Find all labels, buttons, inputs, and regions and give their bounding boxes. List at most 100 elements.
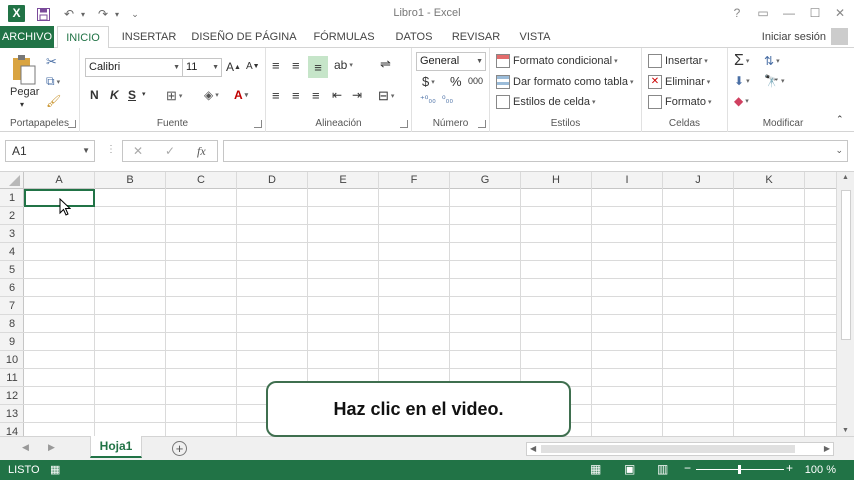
row-header[interactable]: 14	[0, 423, 24, 436]
paste-icon[interactable]	[10, 54, 38, 86]
column-header-g[interactable]: G	[450, 172, 521, 189]
thousands-button[interactable]: 000	[468, 76, 483, 86]
name-box[interactable]: A1 ▼	[5, 140, 95, 162]
row-header[interactable]: 5	[0, 261, 24, 279]
row-header[interactable]: 11	[0, 369, 24, 387]
tab-vista[interactable]: VISTA	[514, 26, 556, 48]
normal-view-icon[interactable]: ▦	[590, 462, 601, 476]
column-header-a[interactable]: A	[24, 172, 95, 189]
increase-font-icon[interactable]: A ▲	[226, 60, 241, 74]
font-color-icon[interactable]: A ▾	[234, 88, 248, 102]
wrap-text-icon[interactable]: ⇌	[380, 56, 391, 72]
number-format-dropdown-icon[interactable]: ▼	[476, 53, 483, 70]
percent-button[interactable]: %	[450, 74, 462, 89]
paste-button[interactable]: Pegar	[10, 86, 39, 98]
horizontal-scrollbar[interactable]: ◀ ▶	[526, 442, 834, 456]
merge-center-icon[interactable]: ⊟ ▾	[378, 88, 394, 104]
format-cells-button[interactable]: Formato ▾	[648, 95, 711, 109]
align-bottom-icon[interactable]: ≡	[308, 56, 328, 78]
signin-link[interactable]: Iniciar sesión	[762, 31, 826, 43]
underline-button[interactable]: S	[128, 88, 136, 102]
select-all-corner[interactable]	[0, 172, 24, 189]
increase-decimal-icon[interactable]: ⁺⁰₀₀	[420, 94, 436, 105]
zoom-out-icon[interactable]: −	[684, 461, 691, 475]
macro-record-icon[interactable]: ▦	[50, 463, 60, 476]
vertical-scrollbar[interactable]: ▲ ▼	[836, 172, 854, 436]
number-format-combo[interactable]: General ▼	[416, 52, 486, 71]
column-header-h[interactable]: H	[521, 172, 592, 189]
orientation-icon[interactable]: ab ▾	[334, 58, 353, 72]
align-left-icon[interactable]: ≡	[272, 88, 280, 103]
decrease-indent-icon[interactable]: ⇤	[332, 88, 342, 102]
cancel-entry-icon[interactable]: ✕	[133, 144, 143, 158]
help-button[interactable]: ?	[726, 4, 748, 22]
tab-formulas[interactable]: FÓRMULAS	[308, 26, 380, 48]
column-header-b[interactable]: B	[95, 172, 166, 189]
row-header[interactable]: 4	[0, 243, 24, 261]
zoom-in-icon[interactable]: +	[786, 461, 793, 475]
insert-cells-button[interactable]: Insertar ▾	[648, 54, 708, 68]
cell-styles-button[interactable]: Estilos de celda ▾	[496, 95, 596, 109]
autosum-button[interactable]: Σ ▾	[734, 52, 749, 70]
column-header-i[interactable]: I	[592, 172, 663, 189]
align-right-icon[interactable]: ≡	[312, 88, 320, 103]
align-top-icon[interactable]: ≡	[272, 58, 280, 73]
italic-button[interactable]: K	[110, 88, 119, 102]
tab-archivo[interactable]: ARCHIVO	[0, 26, 54, 48]
launcher-numero-icon[interactable]	[478, 120, 486, 128]
add-sheet-icon[interactable]: +	[172, 441, 187, 456]
decrease-font-icon[interactable]: A ▼	[246, 61, 260, 72]
align-middle-icon[interactable]: ≡	[292, 58, 300, 73]
row-header[interactable]: 9	[0, 333, 24, 351]
row-header[interactable]: 3	[0, 225, 24, 243]
clear-icon[interactable]: ◆ ▾	[734, 94, 749, 108]
font-name-dropdown-icon[interactable]: ▼	[173, 59, 180, 76]
maximize-button[interactable]: ☐	[804, 4, 826, 22]
row-header[interactable]: 10	[0, 351, 24, 369]
next-sheet-icon[interactable]: ▶	[48, 442, 55, 453]
zoom-level[interactable]: 100 %	[805, 464, 836, 476]
paste-dropdown-icon[interactable]: ▾	[20, 100, 24, 109]
scroll-down-icon[interactable]: ▼	[842, 427, 849, 434]
fill-icon[interactable]: ⬇ ▾	[734, 74, 750, 88]
copy-icon[interactable]: ⧉ ▾	[46, 74, 60, 89]
launcher-fuente-icon[interactable]	[254, 120, 262, 128]
formula-bar-grip-icon[interactable]: ⋮	[106, 144, 116, 155]
launcher-alineacion-icon[interactable]	[400, 120, 408, 128]
zoom-slider-thumb[interactable]	[738, 465, 741, 474]
column-header-d[interactable]: D	[237, 172, 308, 189]
minimize-button[interactable]: —	[778, 4, 800, 22]
row-header[interactable]: 8	[0, 315, 24, 333]
sort-filter-icon[interactable]: ⇅ ▾	[764, 54, 780, 68]
page-break-view-icon[interactable]: ▥	[657, 462, 668, 476]
tab-insertar[interactable]: INSERTAR	[118, 26, 180, 48]
column-header-k[interactable]: K	[734, 172, 805, 189]
sheet-tab-hoja1[interactable]: Hoja1	[90, 436, 142, 458]
page-layout-view-icon[interactable]: ▣	[624, 462, 635, 476]
currency-button[interactable]: $ ▾	[422, 74, 435, 89]
name-box-dropdown-icon[interactable]: ▼	[82, 141, 90, 161]
fill-color-icon[interactable]: ◈ ▾	[204, 88, 219, 102]
user-avatar[interactable]	[831, 28, 848, 45]
expand-formula-icon[interactable]: ⌄	[835, 145, 843, 156]
column-header-c[interactable]: C	[166, 172, 237, 189]
delete-cells-button[interactable]: ✕ Eliminar ▾	[648, 75, 710, 89]
tab-datos[interactable]: DATOS	[390, 26, 438, 48]
align-center-icon[interactable]: ≡	[292, 88, 300, 103]
ribbon-display-icon[interactable]: ▭	[752, 4, 774, 22]
launcher-portapapeles-icon[interactable]	[68, 120, 76, 128]
decrease-decimal-icon[interactable]: ⁰₀₀	[442, 94, 453, 105]
conditional-format-button[interactable]: Formato condicional ▾	[496, 54, 618, 68]
scroll-up-icon[interactable]: ▲	[842, 174, 849, 181]
horizontal-scroll-thumb[interactable]	[541, 445, 795, 453]
video-callout[interactable]: Haz clic en el video.	[266, 381, 571, 437]
collapse-ribbon-icon[interactable]: ⌃	[836, 114, 844, 125]
underline-dropdown-icon[interactable]: ▾	[142, 90, 146, 98]
row-header[interactable]: 12	[0, 387, 24, 405]
column-header-j[interactable]: J	[663, 172, 734, 189]
tab-diseno-de-pagina[interactable]: DISEÑO DE PÁGINA	[190, 26, 298, 48]
find-select-icon[interactable]: 🔭 ▾	[764, 74, 784, 88]
formula-input[interactable]: ⌄	[223, 140, 848, 162]
borders-icon[interactable]: ⊞ ▾	[166, 88, 182, 104]
prev-sheet-icon[interactable]: ◀	[22, 442, 29, 453]
